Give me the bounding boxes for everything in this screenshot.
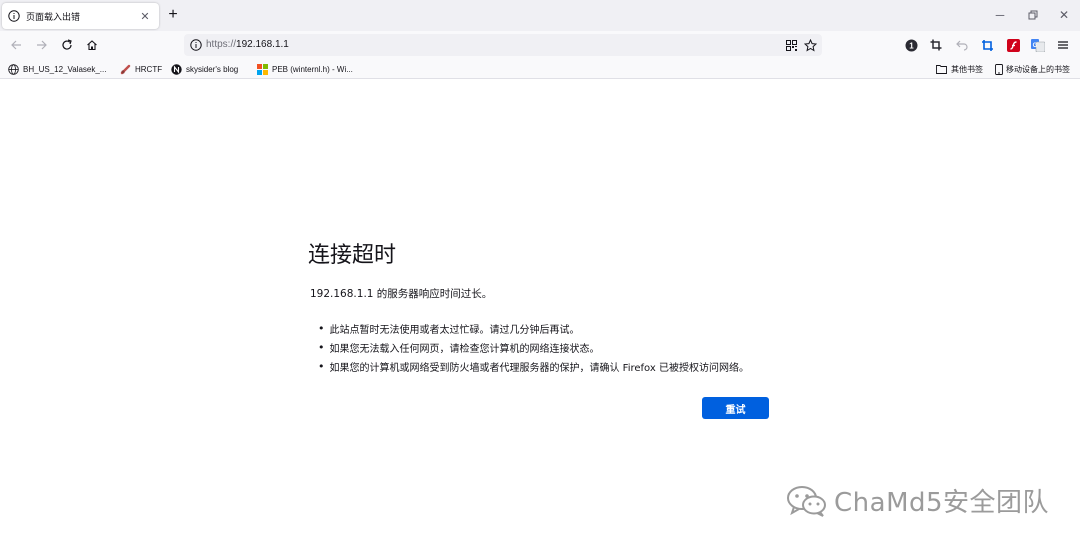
mobile-bookmarks[interactable]: 移动设备上的书签 <box>993 62 1070 76</box>
retry-button[interactable]: 重试 <box>702 397 769 419</box>
screenshot-icon[interactable] <box>979 37 995 53</box>
list-item: 如果您无法载入任何网页，请检查您计算机的网络连接状态。 <box>318 338 749 357</box>
globe-icon <box>8 63 19 75</box>
close-window-icon[interactable]: ✕ <box>1055 6 1073 24</box>
bookmark-label: skysider's blog <box>186 64 239 74</box>
hrctf-icon <box>120 64 131 75</box>
minimize-icon[interactable]: ─ <box>991 6 1009 24</box>
undo-icon[interactable] <box>954 37 970 53</box>
error-description: 192.168.1.1 的服务器响应时间过长。 <box>310 288 493 300</box>
list-item: 如果您的计算机或网络受到防火墙或者代理服务器的保护，请确认 Firefox 已被… <box>318 357 749 376</box>
bookmarks-toolbar: BH_US_12_Valasek_... HRCTF skysider's bl… <box>0 59 1080 79</box>
mobile-icon <box>993 63 1004 75</box>
home-icon[interactable] <box>84 37 100 53</box>
bookmark-label: BH_US_12_Valasek_... <box>23 64 107 74</box>
svg-text:1: 1 <box>909 41 914 50</box>
bookmark-item[interactable]: BH_US_12_Valasek_... <box>8 62 106 76</box>
bookmark-label: PEB (winternl.h) - Wi... <box>272 64 353 74</box>
list-item: 此站点暂时无法使用或者太过忙碌。请过几分钟后再试。 <box>318 319 749 338</box>
bookmark-item[interactable]: HRCTF <box>120 62 162 76</box>
url-scheme: https:// <box>206 39 237 50</box>
translate-icon[interactable]: G <box>1030 37 1046 53</box>
windows-icon <box>257 63 268 75</box>
tab-strip: 页面载入出错 ✕ + ─ ✕ <box>0 0 1080 31</box>
other-bookmarks[interactable]: 其他书签 <box>936 62 983 76</box>
close-tab-icon[interactable]: ✕ <box>137 8 153 24</box>
site-info-icon[interactable] <box>190 39 202 51</box>
forward-icon[interactable] <box>34 37 50 53</box>
bookmark-label: HRCTF <box>135 64 163 74</box>
page-title: 连接超时 <box>308 243 397 268</box>
crop-icon[interactable] <box>928 37 944 53</box>
error-suggestions: 此站点暂时无法使用或者太过忙碌。请过几分钟后再试。 如果您无法载入任何网页，请检… <box>318 319 749 376</box>
restore-icon[interactable] <box>1024 6 1042 24</box>
url-bar[interactable]: https://192.168.1.1 <box>184 34 822 56</box>
watermark-text: ChaMd5安全团队 <box>834 488 1050 518</box>
info-icon <box>8 10 20 22</box>
tab-title: 页面载入出错 <box>26 11 81 22</box>
bookmark-item[interactable]: PEB (winternl.h) - Wi... <box>257 62 353 76</box>
reload-icon[interactable] <box>59 37 75 53</box>
extension-1-icon[interactable]: 1 <box>903 37 919 53</box>
folder-icon <box>936 64 947 75</box>
menu-icon[interactable] <box>1055 37 1071 53</box>
watermark: ChaMd5安全团队 <box>786 482 1049 519</box>
other-bookmarks-label: 其他书签 <box>951 64 983 74</box>
new-tab-button[interactable]: + <box>164 6 182 24</box>
qr-code-icon[interactable] <box>784 38 798 52</box>
svg-text:G: G <box>1033 43 1038 49</box>
bookmark-item[interactable]: skysider's blog <box>171 62 238 76</box>
error-page: 连接超时 192.168.1.1 的服务器响应时间过长。 此站点暂时无法使用或者… <box>0 79 1080 552</box>
bookmark-star-icon[interactable] <box>803 38 817 52</box>
tab-active[interactable]: 页面载入出错 ✕ <box>2 3 159 29</box>
n-icon <box>171 63 182 75</box>
url-host: 192.168.1.1 <box>236 39 289 50</box>
wechat-icon <box>787 485 826 517</box>
mobile-bookmarks-label: 移动设备上的书签 <box>1006 64 1070 74</box>
back-icon[interactable] <box>8 37 24 53</box>
flash-icon[interactable] <box>1005 37 1021 53</box>
url-text[interactable]: https://192.168.1.1 <box>206 39 289 50</box>
